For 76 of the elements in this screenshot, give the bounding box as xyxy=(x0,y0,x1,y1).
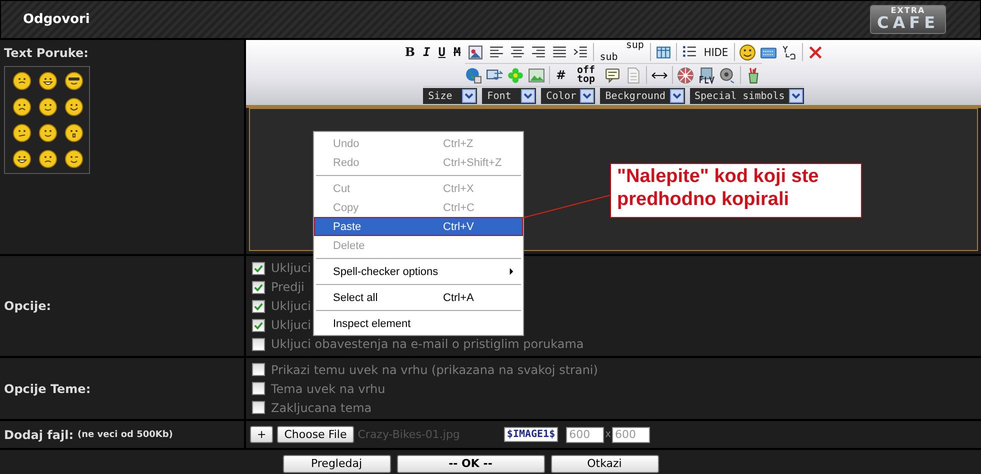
smiley-icon[interactable] xyxy=(12,149,32,169)
checkbox-label: Zakljucana tema xyxy=(271,400,372,414)
page-title: Odgovori xyxy=(23,12,90,27)
smiley-icon[interactable] xyxy=(64,149,84,169)
checkbox[interactable] xyxy=(252,382,265,395)
site-logo: EXTRA CAFE xyxy=(870,5,946,34)
form-button[interactable]: Pregledaj xyxy=(282,454,390,472)
format-dropdown[interactable]: Beckground xyxy=(600,88,684,104)
format-dropdown[interactable]: Color xyxy=(541,88,596,104)
format-button[interactable]: I xyxy=(421,46,432,58)
smiley-icon[interactable] xyxy=(38,71,58,91)
format-dropdown[interactable]: Font xyxy=(482,88,536,104)
format-button[interactable]: sup xyxy=(624,41,646,51)
smiley-icon[interactable] xyxy=(64,123,84,143)
size-note: (ne veci od 500Kb) xyxy=(78,430,173,440)
checkbox-label: Tema uvek na vrhu xyxy=(271,382,386,396)
checkbox-label: Prikazi temu uvek na vrhu (prikazana na svakoj strani) xyxy=(271,362,598,376)
smiley-icon[interactable] xyxy=(38,149,58,169)
checkbox[interactable] xyxy=(252,401,265,414)
menu-item[interactable]: Spell-checker options xyxy=(314,262,523,281)
format-button[interactable]: # xyxy=(554,69,568,81)
menu-item[interactable]: Inspect element xyxy=(314,314,523,333)
comment-icon[interactable] xyxy=(604,66,622,84)
callout-note: "Nalepite" kod koji ste predhodno kopirali xyxy=(610,163,862,218)
menu-item[interactable]: Paste Ctrl+V xyxy=(314,217,523,236)
menu-item[interactable]: Select all Ctrl+A xyxy=(314,288,523,307)
format-button[interactable]: HIDE xyxy=(702,46,730,58)
smiley-icon[interactable] xyxy=(64,97,84,117)
smiley-icon[interactable] xyxy=(64,71,84,91)
close-icon[interactable] xyxy=(807,44,824,60)
format-button[interactable]: B xyxy=(402,46,418,58)
smiley-icon[interactable] xyxy=(12,123,32,143)
submenu-arrow-icon xyxy=(509,267,514,276)
picture-icon[interactable] xyxy=(528,66,545,84)
add-file-button[interactable]: + xyxy=(250,426,274,443)
checkbox[interactable] xyxy=(252,338,265,350)
align-justify-icon[interactable] xyxy=(550,44,568,60)
checkbox-label: Ukljuci xyxy=(271,318,311,332)
form-button[interactable]: -- OK -- xyxy=(396,454,544,472)
format-dropdown[interactable]: Size xyxy=(423,88,478,104)
smiley-icon[interactable] xyxy=(12,71,32,91)
checkbox[interactable] xyxy=(252,280,265,294)
checkbox-label: Ukljuci obavestenja na e-mail o pristiglim porukama xyxy=(271,337,584,351)
checkbox-label: Ukljuci xyxy=(271,261,311,275)
align-left-icon[interactable] xyxy=(488,44,505,60)
format-button[interactable]: sub xyxy=(598,53,620,63)
insert-tag-button[interactable]: $IMAGE1$ xyxy=(504,427,558,442)
field-label: Opcije: xyxy=(4,299,52,313)
smiley-icon[interactable] xyxy=(38,123,58,143)
globe-icon[interactable] xyxy=(464,66,482,84)
disc-icon[interactable] xyxy=(677,66,694,84)
format-button[interactable]: U xyxy=(436,46,448,58)
checkbox[interactable] xyxy=(252,318,265,332)
field-label: Opcije Teme: xyxy=(4,382,91,396)
format-dropdown[interactable]: Special simbols xyxy=(690,88,804,104)
smiley-icon[interactable] xyxy=(739,44,756,60)
checkbox[interactable] xyxy=(252,262,265,274)
field-label: Text Poruke: xyxy=(4,46,88,60)
smiley-icon[interactable] xyxy=(12,97,32,117)
checkbox[interactable] xyxy=(252,300,265,312)
dimension-separator: x xyxy=(605,429,612,440)
table-icon[interactable] xyxy=(654,44,672,60)
field-label: Dodaj fajl: xyxy=(4,428,74,442)
indent-icon[interactable] xyxy=(572,44,589,60)
align-center-icon[interactable] xyxy=(508,44,526,60)
format-button[interactable]: M xyxy=(452,46,463,58)
form-button[interactable]: Otkazi xyxy=(550,454,658,472)
checkbox-label: Ukljuci xyxy=(271,299,311,313)
video-icon[interactable] xyxy=(698,66,716,84)
image-icon[interactable] xyxy=(466,44,484,60)
checkbox-label: Predji xyxy=(271,280,304,294)
smiley-icon[interactable] xyxy=(38,97,58,117)
format-button[interactable]: off top xyxy=(572,66,600,84)
choose-file-button[interactable]: Choose File xyxy=(277,426,354,443)
checkbox[interactable] xyxy=(252,363,265,376)
align-right-icon[interactable] xyxy=(530,44,547,60)
